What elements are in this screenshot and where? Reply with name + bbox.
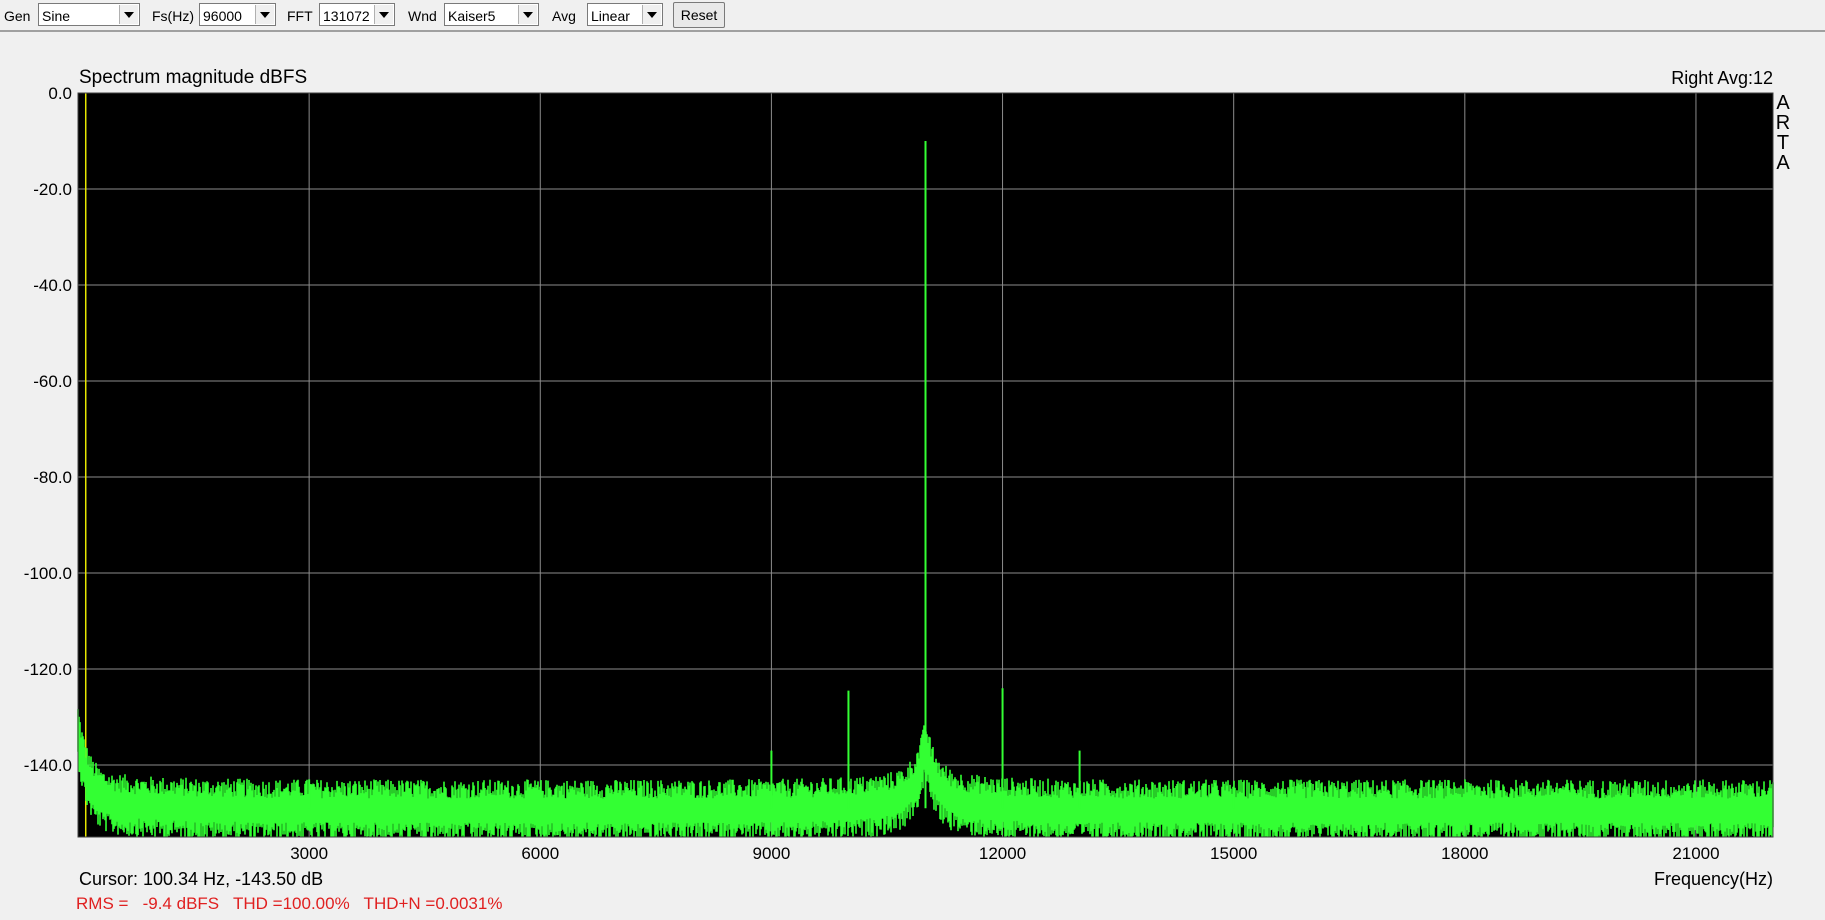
x-tick-label: 12000 <box>979 844 1026 863</box>
y-tick-label: -60.0 <box>33 372 72 391</box>
x-tick-label: 15000 <box>1210 844 1257 863</box>
x-tick-label: 6000 <box>521 844 559 863</box>
spectrum-plot[interactable]: 0.0 -20.0 -40.0 -60.0 -80.0 -100.0 -120.0 -140.… <box>0 0 1825 920</box>
x-tick-label: 21000 <box>1672 844 1719 863</box>
x-tick-label: 18000 <box>1441 844 1488 863</box>
x-tick-label: 3000 <box>290 844 328 863</box>
y-tick-label: -20.0 <box>33 180 72 199</box>
cursor-readout: Cursor: 100.34 Hz, -143.50 dB <box>79 869 324 889</box>
x-tick-label: 9000 <box>752 844 790 863</box>
y-tick-label: -100.0 <box>24 564 72 583</box>
y-tick-label: -80.0 <box>33 468 72 487</box>
y-tick-label: -140.0 <box>24 756 72 775</box>
y-tick-label: -120.0 <box>24 660 72 679</box>
measurement-readout: RMS = -9.4 dBFS THD =100.00% THD+N =0.00… <box>76 894 503 913</box>
y-tick-label: 0.0 <box>48 84 72 103</box>
x-axis-label: Frequency(Hz) <box>1653 869 1773 889</box>
y-tick-label: -40.0 <box>33 276 72 295</box>
